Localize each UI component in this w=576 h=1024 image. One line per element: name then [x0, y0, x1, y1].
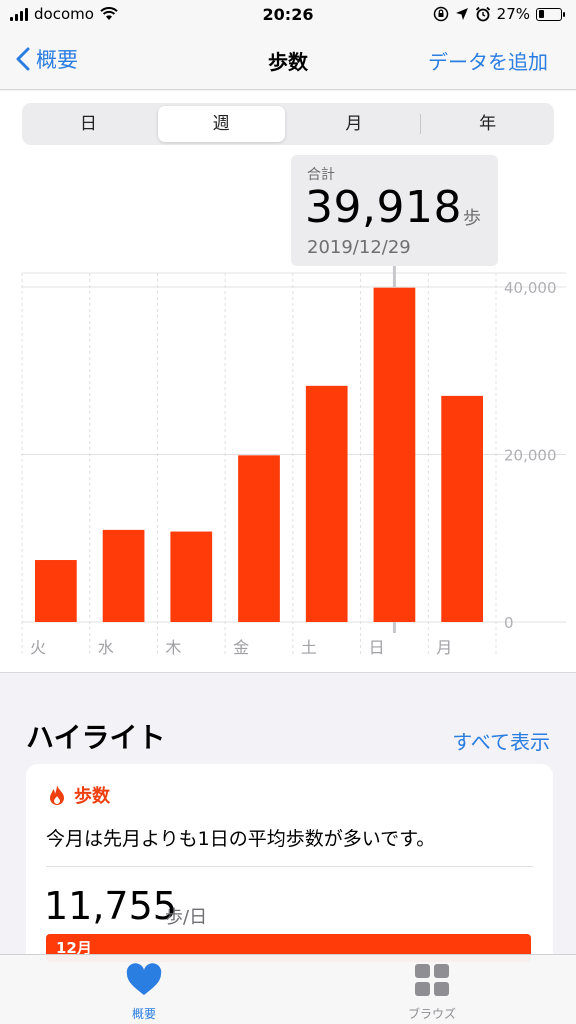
selection-callout: 合計 39,918 歩 2019/12/29 — [291, 155, 498, 266]
chart-panel: 日 週 月 年 40,000 20,000 0 火水木金土日月 合計 39,918 歩… — [0, 91, 576, 673]
highlight-category: 歩数 — [48, 782, 110, 808]
bar — [238, 455, 280, 622]
x-tick-label: 火 — [30, 638, 46, 657]
battery-icon — [536, 7, 565, 21]
bar — [35, 560, 77, 622]
tab-summary[interactable]: 概要 — [84, 963, 204, 1022]
tab-summary-label: 概要 — [131, 1007, 156, 1021]
status-right: 27% — [433, 5, 565, 23]
x-tick-label: 月 — [436, 638, 452, 657]
battery-level — [538, 10, 544, 18]
y-tick-label: 0 — [504, 614, 514, 632]
highlight-number: 11,755 — [44, 884, 177, 928]
see-all-link[interactable]: すべて表示 — [452, 726, 550, 755]
highlight-category-label: 歩数 — [74, 786, 110, 807]
callout-value: 39,918 — [305, 182, 462, 233]
bar — [170, 531, 213, 622]
bar — [373, 287, 416, 622]
heart-icon — [126, 963, 162, 995]
x-tick-label: 金 — [233, 638, 249, 657]
navigation-bar: 概要 歩数 データを追加 — [0, 30, 576, 90]
tab-browse[interactable]: ブラウズ — [372, 963, 492, 1022]
tab-browse-label: ブラウズ — [407, 1007, 456, 1021]
callout-unit: 歩 — [463, 208, 481, 229]
highlight-text: 今月は先月よりも1日の平均歩数が多いです。 — [46, 828, 436, 850]
highlights-title: ハイライト — [26, 721, 166, 754]
highlight-unit: 歩/日 — [165, 907, 208, 928]
orientation-lock-icon — [433, 6, 448, 22]
add-data-button[interactable]: データを追加 — [428, 46, 548, 75]
x-tick-label: 土 — [301, 638, 317, 657]
x-tick-label: 日 — [369, 638, 385, 657]
flame-icon — [50, 785, 64, 805]
y-tick-label: 40,000 — [504, 279, 557, 297]
tab-bar: 概要 ブラウズ — [0, 954, 576, 1024]
bar — [305, 385, 348, 622]
x-tick-label: 水 — [98, 638, 114, 657]
callout-label: 合計 — [307, 167, 335, 183]
x-tick-label: 木 — [165, 638, 181, 657]
grid-icon — [415, 964, 449, 996]
callout-date: 2019/12/29 — [307, 237, 411, 258]
bar — [102, 529, 145, 622]
battery-percent: 27% — [496, 5, 530, 23]
status-bar: docomo 20:26 27% — [0, 0, 576, 30]
location-arrow-icon — [455, 8, 468, 20]
bar — [441, 395, 483, 622]
alarm-icon — [475, 6, 490, 22]
highlight-divider — [46, 866, 533, 867]
y-tick-label: 20,000 — [504, 447, 557, 465]
